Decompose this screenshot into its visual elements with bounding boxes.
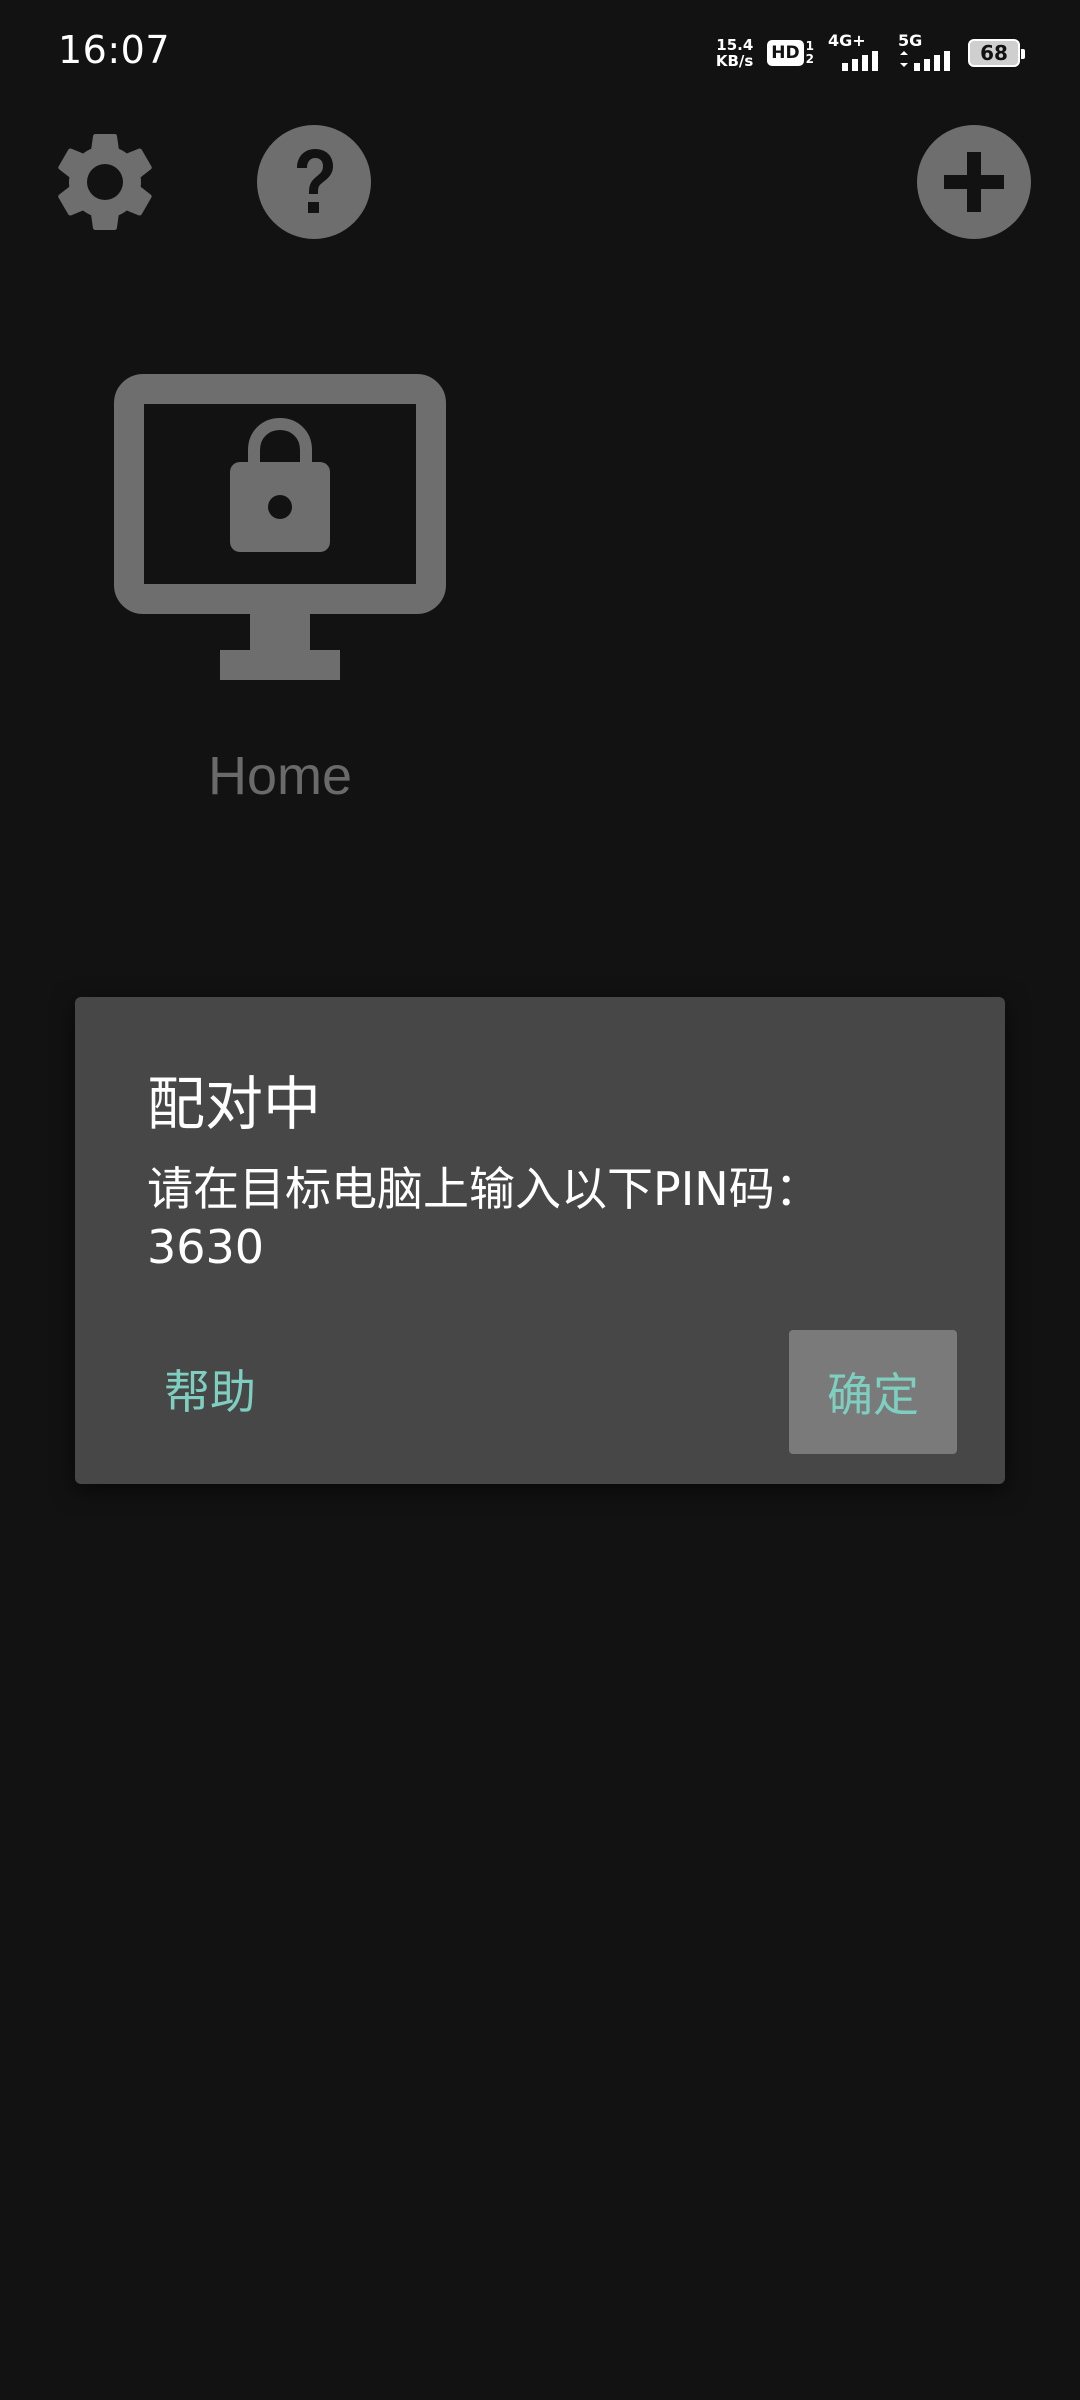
help-button[interactable] bbox=[254, 122, 374, 242]
network-speed-value: 15.4 bbox=[716, 36, 754, 54]
status-bar: 16:07 15.4 KB/s HD 1 2 4G+ 5G 68 bbox=[0, 0, 1080, 100]
signal-5g-icon: 5G bbox=[898, 33, 954, 73]
signal-4g-icon: 4G+ bbox=[828, 33, 884, 73]
hd-sim-indicator: 1 2 bbox=[806, 40, 814, 66]
hd-sub-bottom: 2 bbox=[805, 52, 814, 66]
dialog-ok-button[interactable]: 确定 bbox=[789, 1330, 957, 1454]
add-pc-button[interactable] bbox=[914, 122, 1034, 242]
dialog-message: 请在目标电脑上输入以下PIN码： 3630 bbox=[147, 1160, 947, 1276]
add-circle-icon bbox=[917, 125, 1031, 239]
gear-icon bbox=[58, 133, 152, 230]
hd-voice-badge: HD 1 2 bbox=[767, 40, 814, 66]
network-speed-unit: KB/s bbox=[715, 52, 754, 70]
dialog-help-button[interactable]: 帮助 bbox=[135, 1327, 285, 1451]
screen: 16:07 15.4 KB/s HD 1 2 4G+ 5G 68 Home 配对… bbox=[0, 0, 1080, 2400]
dialog-message-text: 请在目标电脑上输入以下PIN码： bbox=[147, 1162, 821, 1216]
dialog-title: 配对中 bbox=[147, 1070, 322, 1138]
pairing-dialog: 配对中 请在目标电脑上输入以下PIN码： 3630 帮助 确定 bbox=[75, 997, 1005, 1484]
pairing-pin: 3630 bbox=[147, 1220, 265, 1274]
battery-icon: 68 bbox=[968, 39, 1025, 67]
help-circle-icon bbox=[257, 125, 371, 239]
battery-level: 68 bbox=[980, 41, 1008, 65]
pc-tile-home[interactable]: Home bbox=[100, 360, 460, 820]
network-speed: 15.4 KB/s bbox=[716, 37, 753, 69]
locked-monitor-icon bbox=[114, 374, 446, 680]
status-time: 16:07 bbox=[58, 28, 171, 72]
settings-button[interactable] bbox=[45, 122, 165, 242]
status-indicators: 15.4 KB/s HD 1 2 4G+ 5G 68 bbox=[716, 30, 1025, 76]
hd-label: HD bbox=[767, 40, 804, 66]
pc-name: Home bbox=[207, 746, 353, 806]
